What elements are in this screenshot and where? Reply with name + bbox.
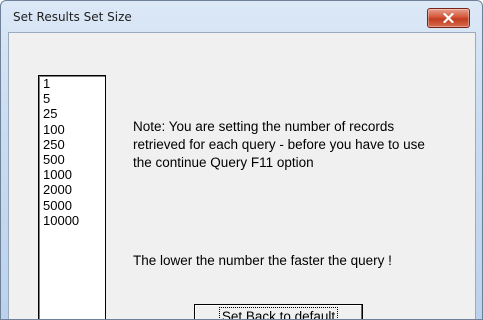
list-item[interactable]: 250 xyxy=(39,137,105,152)
note-text: Note: You are setting the number of reco… xyxy=(133,119,425,170)
close-icon xyxy=(443,13,454,23)
list-item[interactable]: 25 xyxy=(39,106,105,121)
list-item[interactable]: 500 xyxy=(39,152,105,167)
list-item[interactable]: 5000 xyxy=(39,198,105,213)
default-button-label: Set Back to default xyxy=(218,307,339,319)
result-size-listbox[interactable]: 1 5 25 100 250 500 1000 2000 5000 10000 xyxy=(38,75,106,319)
list-item[interactable]: 2000 xyxy=(39,182,105,197)
list-item[interactable]: 5 xyxy=(39,91,105,106)
window-title: Set Results Set Size xyxy=(13,10,132,24)
list-item[interactable]: 100 xyxy=(39,122,105,137)
close-button[interactable] xyxy=(427,8,470,28)
list-item[interactable]: 1 xyxy=(39,76,105,91)
set-back-to-default-button[interactable]: Set Back to default xyxy=(194,304,363,319)
dialog-body: 1 5 25 100 250 500 1000 2000 5000 10000 … xyxy=(8,32,476,319)
dialog-window: Set Results Set Size 1 5 25 100 250 500 … xyxy=(0,0,483,320)
speed-hint-text: The lower the number the faster the quer… xyxy=(133,253,392,268)
list-item[interactable]: 1000 xyxy=(39,167,105,182)
title-bar[interactable]: Set Results Set Size xyxy=(1,1,482,31)
list-item[interactable]: 10000 xyxy=(39,213,105,228)
